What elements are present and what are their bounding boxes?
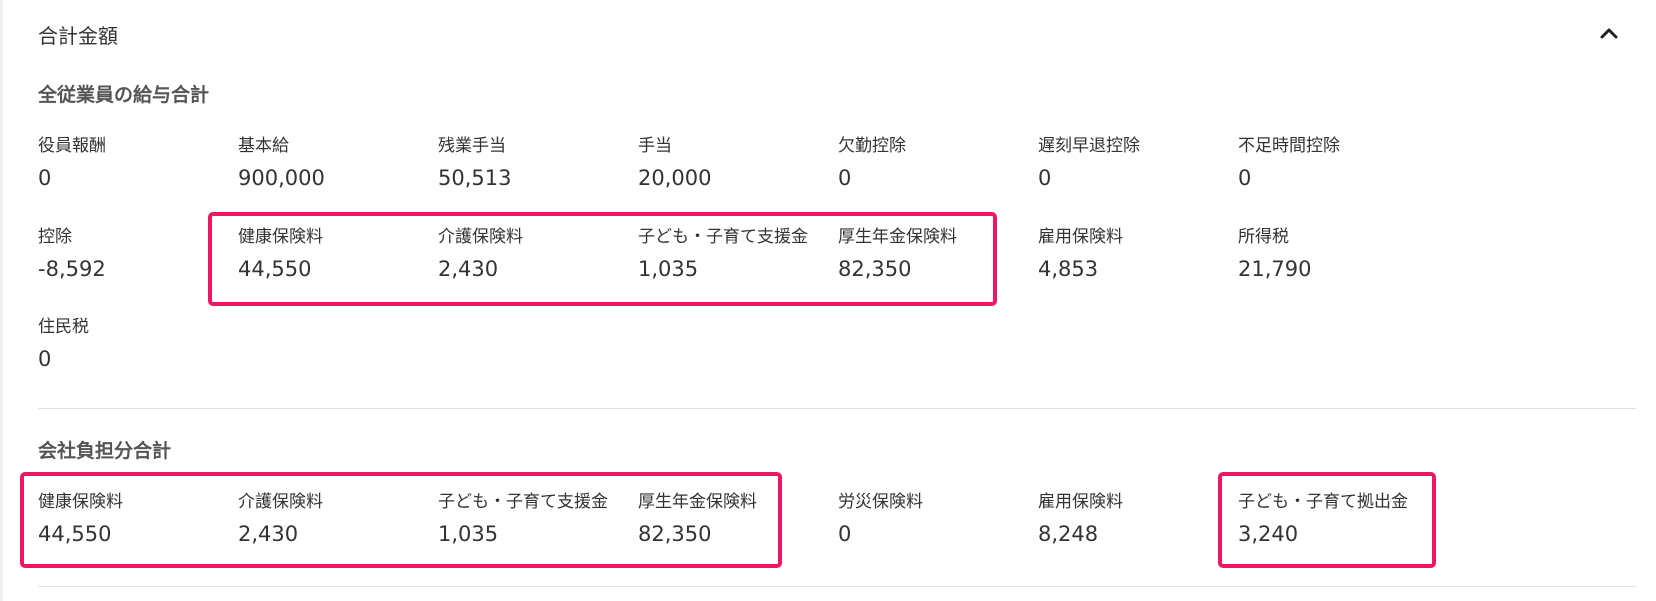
company-item-child-support: 子ども・子育て支援金 1,035 (438, 487, 608, 546)
item-label: 手当 (638, 136, 672, 156)
employee-item-pension: 厚生年金保険料 82,350 (838, 222, 957, 281)
employee-item-child-support: 子ども・子育て支援金 1,035 (638, 222, 808, 281)
panel-left-border (0, 0, 3, 601)
item-label: 子ども・子育て支援金 (438, 492, 608, 512)
item-label: 不足時間控除 (1238, 136, 1340, 156)
item-label: 厚生年金保険料 (638, 492, 757, 512)
item-value: 0 (38, 166, 52, 190)
employee-item-allowance: 手当 20,000 (638, 131, 711, 190)
item-label: 子ども・子育て拠出金 (1238, 492, 1408, 512)
item-label: 労災保険料 (838, 492, 923, 512)
item-label: 役員報酬 (38, 136, 106, 156)
employee-item-base-salary: 基本給 900,000 (238, 131, 325, 190)
item-value: 0 (1238, 166, 1252, 190)
company-section-title: 会社負担分合計 (38, 440, 172, 462)
employee-section-title: 全従業員の給与合計 (38, 84, 210, 106)
item-value: 0 (838, 522, 852, 546)
item-label: 基本給 (238, 136, 289, 156)
company-item-child-contribution: 子ども・子育て拠出金 3,240 (1238, 487, 1408, 546)
section-divider (38, 586, 1636, 587)
item-value: 3,240 (1238, 522, 1299, 546)
item-value: 4,853 (1038, 257, 1099, 281)
item-label: 所得税 (1238, 227, 1289, 247)
employee-item-absence-deduction: 欠勤控除 0 (838, 131, 906, 190)
item-label: 住民税 (38, 317, 89, 337)
item-label: 健康保険料 (38, 492, 123, 512)
company-item-nursing-insurance: 介護保険料 2,430 (238, 487, 323, 546)
item-label: 厚生年金保険料 (838, 227, 957, 247)
employee-item-income-tax: 所得税 21,790 (1238, 222, 1311, 281)
panel-title: 合計金額 (38, 24, 118, 48)
employee-item-resident-tax: 住民税 0 (38, 312, 89, 371)
item-label: 雇用保険料 (1038, 227, 1123, 247)
employee-item-deduction: 控除 -8,592 (38, 222, 106, 281)
employee-item-nursing-insurance: 介護保険料 2,430 (438, 222, 523, 281)
item-value: 44,550 (38, 522, 112, 546)
item-value: 21,790 (1238, 257, 1312, 281)
item-value: 82,350 (838, 257, 912, 281)
employee-item-shortage-deduction: 不足時間控除 0 (1238, 131, 1340, 190)
collapse-button[interactable] (1596, 20, 1622, 46)
item-label: 子ども・子育て支援金 (638, 227, 808, 247)
section-divider (38, 408, 1636, 409)
item-label: 雇用保険料 (1038, 492, 1123, 512)
company-item-workers-comp: 労災保険料 0 (838, 487, 923, 546)
item-value: 50,513 (438, 166, 512, 190)
item-label: 介護保険料 (438, 227, 523, 247)
chevron-up-icon (1600, 28, 1618, 39)
item-value: 8,248 (1038, 522, 1099, 546)
item-value: 2,430 (438, 257, 499, 281)
item-value: 1,035 (438, 522, 499, 546)
employee-item-executive-pay: 役員報酬 0 (38, 131, 106, 190)
employee-item-health-insurance: 健康保険料 44,550 (238, 222, 323, 281)
item-value: 900,000 (238, 166, 325, 190)
item-value: 1,035 (638, 257, 699, 281)
company-item-employment-insurance: 雇用保険料 8,248 (1038, 487, 1123, 546)
item-value: 0 (1038, 166, 1052, 190)
item-label: 欠勤控除 (838, 136, 906, 156)
item-label: 介護保険料 (238, 492, 323, 512)
employee-item-late-early-deduction: 遅刻早退控除 0 (1038, 131, 1140, 190)
company-item-pension: 厚生年金保険料 82,350 (638, 487, 757, 546)
company-item-health-insurance: 健康保険料 44,550 (38, 487, 123, 546)
item-value: 2,430 (238, 522, 299, 546)
item-value: 44,550 (238, 257, 312, 281)
item-label: 残業手当 (438, 136, 506, 156)
employee-item-overtime: 残業手当 50,513 (438, 131, 511, 190)
item-value: 20,000 (638, 166, 712, 190)
item-label: 控除 (38, 227, 72, 247)
item-value: -8,592 (38, 257, 106, 281)
item-label: 遅刻早退控除 (1038, 136, 1140, 156)
item-value: 0 (838, 166, 852, 190)
item-value: 82,350 (638, 522, 712, 546)
item-value: 0 (38, 347, 52, 371)
item-label: 健康保険料 (238, 227, 323, 247)
employee-item-employment-insurance: 雇用保険料 4,853 (1038, 222, 1123, 281)
